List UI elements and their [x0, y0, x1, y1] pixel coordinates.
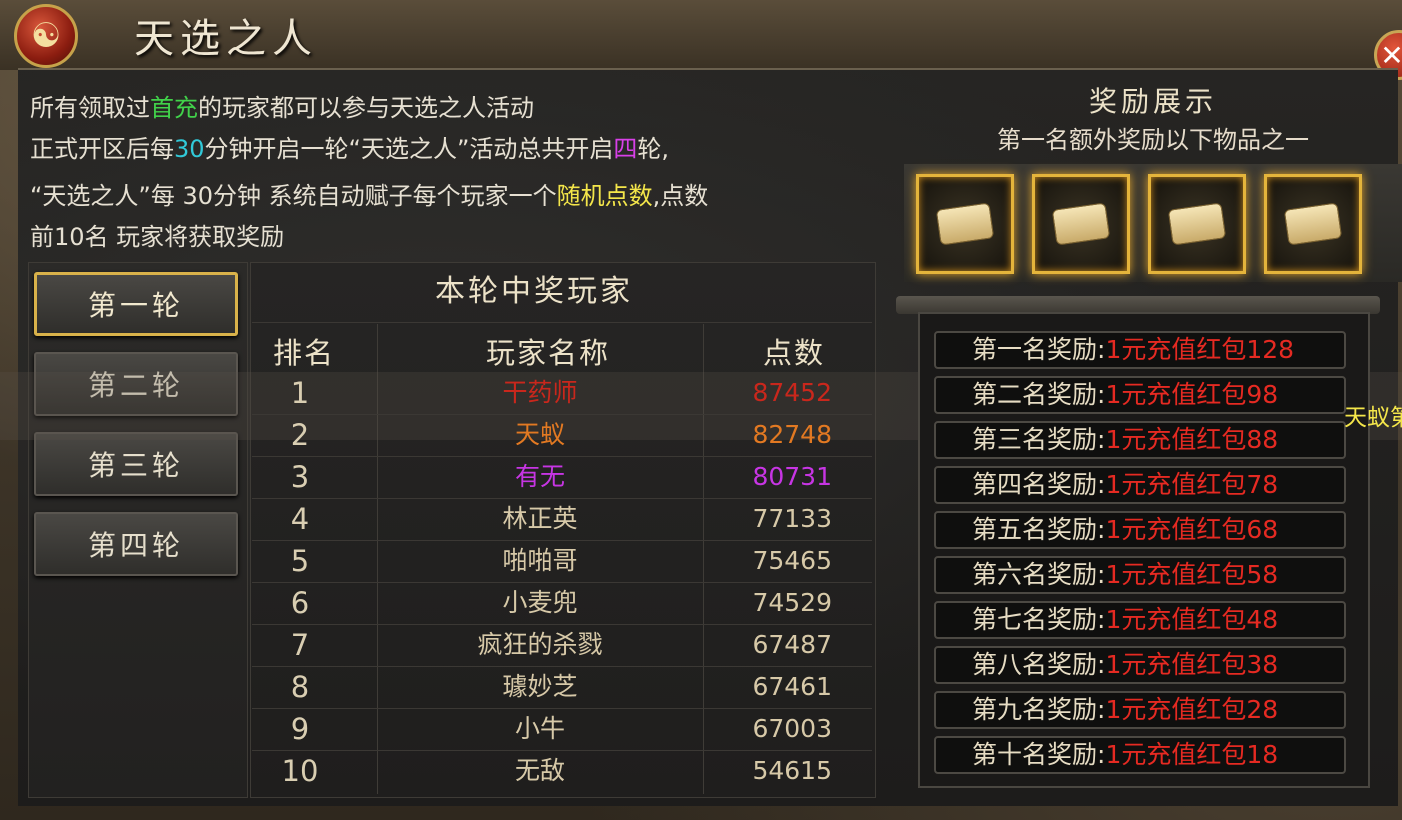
reward-rank-label: 第一名奖励: [972, 335, 1106, 364]
player-name-cell: 小麦兜 [502, 588, 578, 617]
points-cell: 75465 [752, 546, 832, 575]
rank-cell: 1 [290, 376, 310, 410]
player-name-cell: 啪啪哥 [502, 546, 578, 575]
reward-rank-label: 第三名奖励: [972, 425, 1106, 454]
header-player-name: 玩家名称 [485, 336, 610, 370]
description-line-2: 正式开区后每30分钟开启一轮“天选之人”活动总共开启四轮, [30, 129, 880, 170]
reward-row: 第八名奖励:1元充值红包38 [934, 646, 1346, 684]
player-name-cell: 小牛 [514, 714, 565, 743]
divider [252, 322, 872, 323]
reward-rank-label: 第六名奖励: [972, 560, 1106, 589]
reward-item-slot[interactable] [916, 174, 1014, 274]
points-cell: 54615 [752, 756, 832, 785]
reward-rank-label: 第八名奖励: [972, 650, 1106, 679]
player-name-cell: 干药师 [502, 378, 578, 407]
reward-rank-label: 第七名奖励: [972, 605, 1106, 634]
window-title: 天选之人 [134, 16, 318, 62]
desc-highlight: 30 [174, 135, 205, 163]
round-3-button[interactable]: 第三轮 [34, 432, 238, 496]
points-cell: 87452 [752, 378, 832, 407]
rank-cell: 10 [281, 754, 319, 788]
player-name-cell: 天蚁 [514, 420, 565, 449]
desc-text: 轮, [637, 135, 670, 163]
rank-cell: 6 [290, 586, 310, 620]
rewards-subtitle: 第一名额外奖励以下物品之一 [997, 126, 1309, 154]
scroll-icon [1167, 202, 1227, 246]
reward-row: 第三名奖励:1元充值红包88 [934, 421, 1346, 459]
reward-row: 第九名奖励:1元充值红包28 [934, 691, 1346, 729]
desc-text: 分钟开启一轮“天选之人”活动总共开启 [204, 135, 614, 163]
player-name-cell: 无敌 [514, 756, 565, 785]
reward-value: 1元充值红包78 [1105, 470, 1279, 499]
reward-value: 1元充值红包98 [1105, 380, 1279, 409]
rank-cell: 7 [290, 628, 310, 662]
player-name-cell: 疯狂的杀戮 [477, 630, 603, 659]
round-1-button[interactable]: 第一轮 [34, 272, 238, 336]
reward-row: 第四名奖励:1元充值红包78 [934, 466, 1346, 504]
round-4-button[interactable]: 第四轮 [34, 512, 238, 576]
rank-cell: 4 [290, 502, 310, 536]
scroll-icon [1283, 202, 1343, 246]
yin-yang-icon: ☯ [14, 4, 78, 68]
reward-rank-label: 第五名奖励: [972, 515, 1106, 544]
description-line-1: 所有领取过首充的玩家都可以参与天选之人活动 [30, 88, 880, 129]
player-name-cell: 璩妙芝 [502, 672, 578, 701]
rewards-title: 奖励展示 [1088, 85, 1217, 118]
reward-item-slot[interactable] [1148, 174, 1246, 274]
header-points: 点数 [762, 336, 825, 370]
reward-row: 第七名奖励:1元充值红包48 [934, 601, 1346, 639]
rank-cell: 3 [290, 460, 310, 494]
desc-highlight: 随机点数 [556, 182, 653, 210]
reward-rank-label: 第二名奖励: [972, 380, 1106, 409]
points-cell: 67461 [752, 672, 832, 701]
header-rank: 排名 [272, 336, 335, 370]
reward-value: 1元充值红包18 [1105, 740, 1279, 769]
scroll-icon [1051, 202, 1111, 246]
reward-value: 1元充值红包58 [1105, 560, 1279, 589]
table-title: 本轮中奖玩家 [435, 274, 633, 309]
reward-item-slot[interactable] [1264, 174, 1362, 274]
reward-row: 第五名奖励:1元充值红包68 [934, 511, 1346, 549]
reward-row: 第六名奖励:1元充值红包58 [934, 556, 1346, 594]
desc-highlight: 四 [613, 135, 638, 163]
reward-rank-label: 第四名奖励: [972, 470, 1106, 499]
desc-text: “天选之人”每 30分钟 系统自动赋子每个玩家一个 [30, 182, 557, 210]
points-cell: 67487 [752, 630, 832, 659]
desc-highlight: 首充 [150, 94, 198, 122]
reward-row: 第二名奖励:1元充值红包98 [934, 376, 1346, 414]
reward-value: 1元充值红包28 [1105, 695, 1279, 724]
reward-rank-label: 第九名奖励: [972, 695, 1106, 724]
description-line-3: “天选之人”每 30分钟 系统自动赋子每个玩家一个随机点数,点数 [30, 176, 880, 217]
overflow-label: 天蚁第 [1344, 405, 1402, 431]
points-cell: 74529 [752, 588, 832, 617]
desc-text: 所有领取过 [30, 94, 150, 122]
desc-text: 正式开区后每 [30, 135, 174, 163]
player-name-cell: 有无 [514, 462, 565, 491]
rank-cell: 8 [290, 670, 310, 704]
reward-row: 第一名奖励:1元充值红包128 [934, 331, 1346, 369]
reward-value: 1元充值红包128 [1105, 335, 1295, 364]
points-cell: 82748 [752, 420, 832, 449]
reward-item-slot[interactable] [1032, 174, 1130, 274]
description-line-4: 前10名 玩家将获取奖励 [30, 223, 285, 251]
reward-row: 第十名奖励:1元充值红包18 [934, 736, 1346, 774]
points-cell: 80731 [752, 462, 832, 491]
reward-rank-label: 第十名奖励: [972, 740, 1106, 769]
reward-value: 1元充值红包68 [1105, 515, 1279, 544]
rank-cell: 9 [290, 712, 310, 746]
reward-value: 1元充值红包38 [1105, 650, 1279, 679]
close-icon: ✕ [1380, 38, 1402, 72]
desc-text: 的玩家都可以参与天选之人活动 [198, 94, 534, 122]
rank-cell: 2 [290, 418, 310, 452]
reward-value: 1元充值红包48 [1105, 605, 1279, 634]
player-name-cell: 林正英 [502, 504, 578, 533]
scroll-icon [935, 202, 995, 246]
reward-value: 1元充值红包88 [1105, 425, 1279, 454]
rank-cell: 5 [290, 544, 310, 578]
points-cell: 67003 [752, 714, 832, 743]
desc-text: ,点数 [652, 182, 709, 210]
points-cell: 77133 [752, 504, 832, 533]
